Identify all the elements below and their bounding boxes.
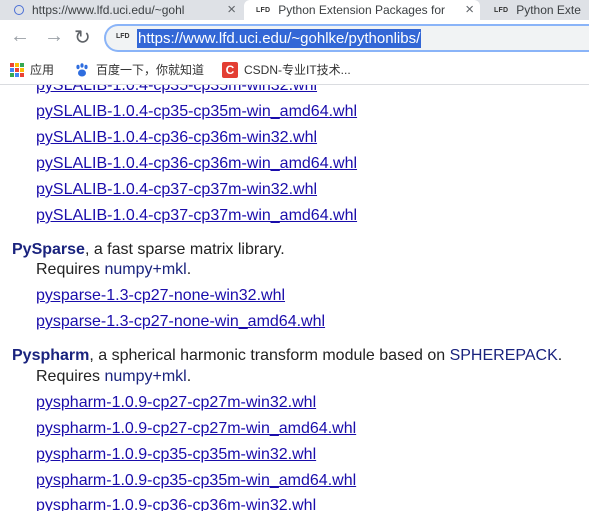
download-link[interactable]: pySLALIB-1.0.4-cp35-cp35m-win_amd64.whl xyxy=(36,103,357,120)
bookmark-label: 应用 xyxy=(30,63,55,77)
close-icon[interactable]: × xyxy=(465,1,474,18)
bookmark-label: 百度一下，你就知道 xyxy=(96,63,205,77)
requires-end: . xyxy=(186,368,192,385)
package-heading-pyspharm: Pyspharm, a spherical harmonic transform… xyxy=(12,346,562,366)
csdn-icon: C xyxy=(222,61,238,78)
tab-title: Python Exte xyxy=(516,3,581,17)
baidu-paw-icon xyxy=(76,62,88,76)
page-content: pySLALIB-1.0.4-cp35-cp35m-win32.whl pySL… xyxy=(0,85,589,511)
download-link[interactable]: pysparse-1.3-cp27-none-win32.whl xyxy=(36,287,285,304)
apps-grid-icon xyxy=(10,62,24,77)
download-link[interactable]: pySLALIB-1.0.4-cp35-cp35m-win32.whl xyxy=(36,85,317,94)
spherepack-link[interactable]: SPHEREPACK xyxy=(450,347,558,364)
reload-icon[interactable]: ↻ xyxy=(74,25,91,50)
description-end: . xyxy=(557,347,563,364)
requires-line: Requires numpy+mkl. xyxy=(36,367,191,387)
package-description: , a spherical harmonic transform module … xyxy=(89,347,450,364)
forward-icon[interactable]: → xyxy=(44,25,64,48)
requires-label: Requires xyxy=(36,261,105,278)
requires-label: Requires xyxy=(36,368,105,385)
requires-end: . xyxy=(186,261,192,278)
package-name[interactable]: PySparse xyxy=(12,241,85,258)
download-link[interactable]: pySLALIB-1.0.4-cp37-cp37m-win_amd64.whl xyxy=(36,207,357,224)
download-link[interactable]: pysparse-1.3-cp27-none-win_amd64.whl xyxy=(36,313,325,330)
site-info-badge[interactable]: LFD xyxy=(116,33,130,40)
download-link[interactable]: pyspharm-1.0.9-cp35-cp35m-win_amd64.whl xyxy=(36,472,356,489)
package-heading-pysparse: PySparse, a fast sparse matrix library. xyxy=(12,240,285,260)
download-link[interactable]: pyspharm-1.0.9-cp36-cp36m-win32.whl xyxy=(36,497,316,511)
download-link[interactable]: pyspharm-1.0.9-cp27-cp27m-win32.whl xyxy=(36,394,316,411)
download-link[interactable]: pySLALIB-1.0.4-cp36-cp36m-win32.whl xyxy=(36,129,317,146)
bookmark-csdn[interactable]: C CSDN-专业IT技术... xyxy=(222,61,351,78)
lfd-favicon-icon: LFD xyxy=(256,6,271,14)
pyslalib-link-partial[interactable]: pySLALIB-1.0.4-cp35-cp35m-win32.whl xyxy=(36,85,317,96)
download-link[interactable]: pyspharm-1.0.9-cp27-cp27m-win_amd64.whl xyxy=(36,420,356,437)
tab-title: https://www.lfd.uci.edu/~gohl xyxy=(32,3,185,17)
bookmark-baidu[interactable]: 百度一下，你就知道 xyxy=(74,61,204,78)
bookmark-apps[interactable]: 应用 xyxy=(10,61,54,78)
globe-icon xyxy=(14,5,24,15)
bookmark-label: CSDN-专业IT技术... xyxy=(244,63,351,77)
tab-title: Python Extension Packages for xyxy=(278,3,445,17)
download-link[interactable]: pySLALIB-1.0.4-cp36-cp36m-win_amd64.whl xyxy=(36,155,357,172)
close-icon[interactable]: × xyxy=(227,1,236,18)
dependency-link[interactable]: numpy+mkl xyxy=(104,261,186,278)
download-link[interactable]: pySLALIB-1.0.4-cp37-cp37m-win32.whl xyxy=(36,181,317,198)
lfd-favicon-icon: LFD xyxy=(494,6,509,14)
dependency-link[interactable]: numpy+mkl xyxy=(104,368,186,385)
tab-strip: https://www.lfd.uci.edu/~gohl × LFD Pyth… xyxy=(0,0,589,20)
url-text[interactable]: https://www.lfd.uci.edu/~gohlke/pythonli… xyxy=(137,29,422,48)
package-description: , a fast sparse matrix library. xyxy=(84,241,285,258)
download-link[interactable]: pyspharm-1.0.9-cp35-cp35m-win32.whl xyxy=(36,446,316,463)
back-icon[interactable]: ← xyxy=(10,25,30,48)
tab-1[interactable]: https://www.lfd.uci.edu/~gohl × xyxy=(0,0,242,20)
requires-line: Requires numpy+mkl. xyxy=(36,260,191,280)
tab-3[interactable]: LFD Python Exte xyxy=(482,0,589,20)
package-name[interactable]: Pyspharm xyxy=(12,347,89,364)
tab-2[interactable]: LFD Python Extension Packages for × xyxy=(244,0,480,20)
